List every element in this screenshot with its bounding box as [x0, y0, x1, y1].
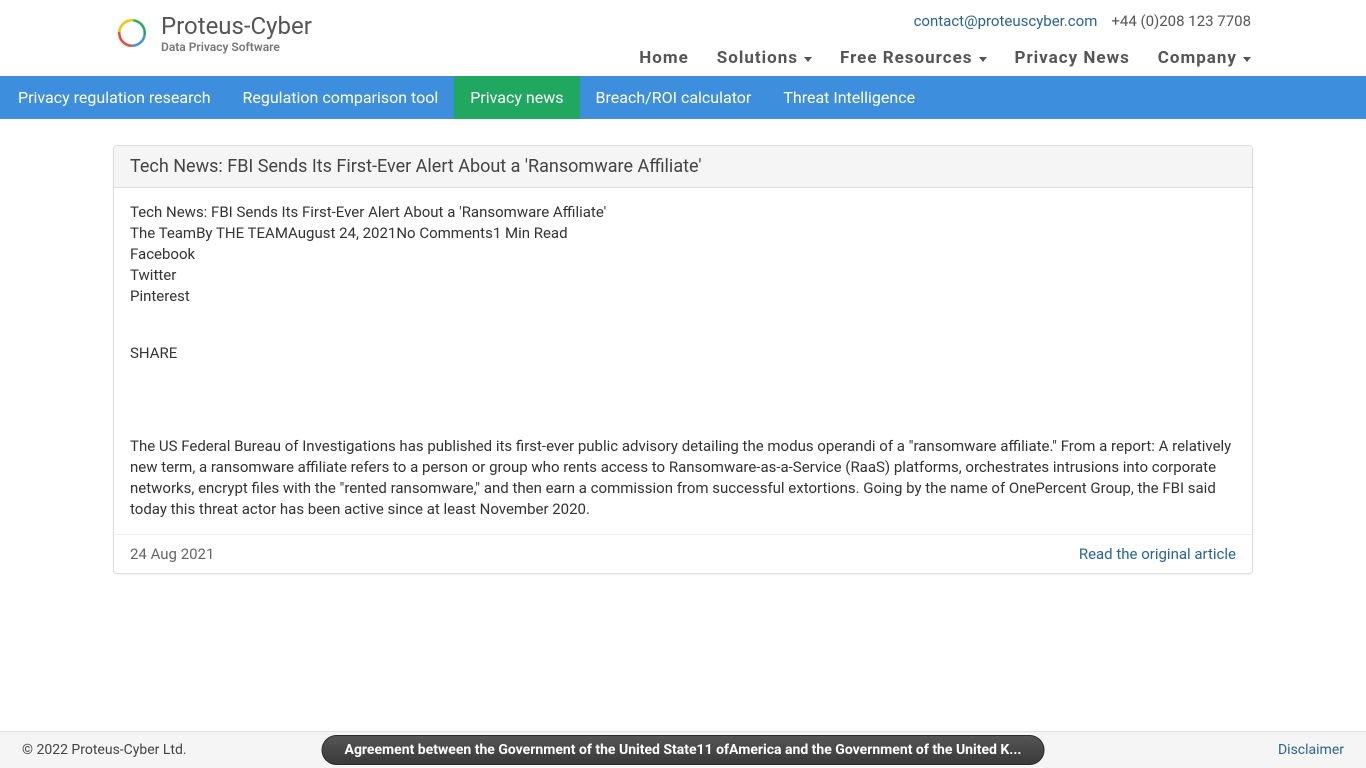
article-share-label: SHARE [130, 343, 1236, 364]
header: Proteus-Cyber Data Privacy Software cont… [0, 0, 1366, 68]
contact-email-link[interactable]: contact@proteuscyber.com [914, 12, 1098, 30]
chevron-down-icon [979, 57, 987, 62]
nav-solutions[interactable]: Solutions [717, 48, 812, 68]
contact-phone: +44 (0)208 123 7708 [1111, 12, 1251, 30]
chevron-down-icon [1243, 57, 1251, 62]
read-original-link[interactable]: Read the original article [1079, 545, 1236, 563]
nav-company[interactable]: Company [1158, 48, 1251, 68]
main-nav: Home Solutions Free Resources Privacy Ne… [639, 48, 1251, 68]
nav-solutions-label: Solutions [717, 48, 798, 68]
subnav-privacy-news[interactable]: Privacy news [454, 76, 579, 119]
article-card: Tech News: FBI Sends Its First-Ever Aler… [113, 145, 1253, 574]
nav-company-label: Company [1158, 48, 1237, 68]
article-share-pinterest: Pinterest [130, 286, 1236, 307]
header-right: contact@proteuscyber.com +44 (0)208 123 … [639, 12, 1251, 68]
nav-free-resources[interactable]: Free Resources [840, 48, 987, 68]
footer-center: Agreement between the Government of the … [322, 735, 1045, 765]
article-footer: 24 Aug 2021 Read the original article [114, 534, 1252, 573]
contact-row: contact@proteuscyber.com +44 (0)208 123 … [639, 12, 1251, 30]
article-title: Tech News: FBI Sends Its First-Ever Aler… [114, 146, 1252, 188]
brand-text: Proteus-Cyber Data Privacy Software [161, 12, 312, 54]
nav-free-resources-label: Free Resources [840, 48, 973, 68]
article-line1: Tech News: FBI Sends Its First-Ever Aler… [130, 202, 1236, 223]
subnav-regulation-comparison-tool[interactable]: Regulation comparison tool [227, 76, 455, 119]
subnav-breach-roi-calculator[interactable]: Breach/ROI calculator [580, 76, 768, 119]
brand-tagline: Data Privacy Software [161, 40, 312, 54]
article-share-facebook: Facebook [130, 244, 1236, 265]
article-text: The US Federal Bureau of Investigations … [130, 436, 1236, 520]
brand-name: Proteus-Cyber [161, 12, 312, 40]
logo-icon [115, 16, 149, 50]
subnav-privacy-regulation-research[interactable]: Privacy regulation research [2, 76, 227, 119]
chevron-down-icon [804, 57, 812, 62]
article-line2: The TeamBy THE TEAMAugust 24, 2021No Com… [130, 223, 1236, 244]
brand: Proteus-Cyber Data Privacy Software [115, 12, 312, 54]
main-container: Tech News: FBI Sends Its First-Ever Aler… [113, 145, 1253, 574]
footer-pill[interactable]: Agreement between the Government of the … [322, 735, 1045, 765]
footer-disclaimer-link[interactable]: Disclaimer [1278, 742, 1344, 758]
subnav: Privacy regulation research Regulation c… [0, 76, 1366, 119]
article-share-twitter: Twitter [130, 265, 1236, 286]
footer-bar: © 2022 Proteus-Cyber Ltd. Agreement betw… [0, 731, 1366, 768]
nav-home[interactable]: Home [639, 48, 689, 68]
nav-privacy-news[interactable]: Privacy News [1015, 48, 1130, 68]
article-body: Tech News: FBI Sends Its First-Ever Aler… [114, 188, 1252, 534]
article-date: 24 Aug 2021 [130, 545, 214, 563]
subnav-threat-intelligence[interactable]: Threat Intelligence [767, 76, 931, 119]
footer-copyright: © 2022 Proteus-Cyber Ltd. [22, 742, 187, 758]
